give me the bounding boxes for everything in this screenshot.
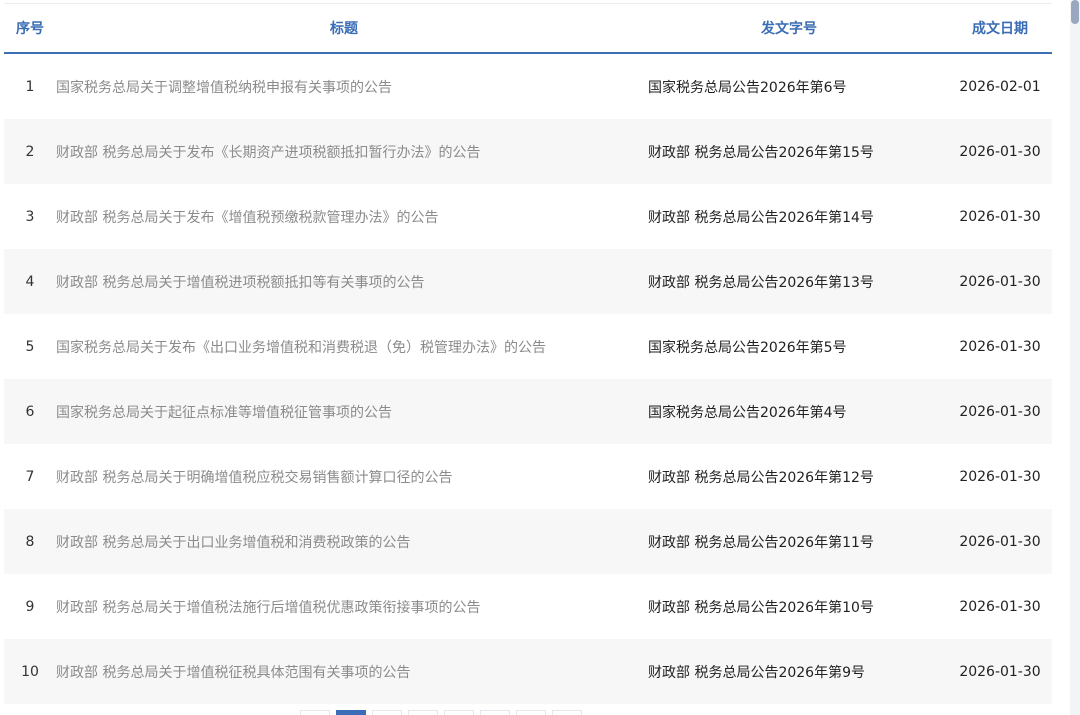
row-doc-number: 财政部 税务总局公告2026年第15号 — [648, 144, 874, 161]
page-button[interactable] — [408, 710, 438, 715]
vertical-scrollbar[interactable] — [1070, 0, 1080, 715]
row-index: 8 — [25, 533, 35, 550]
row-title-link[interactable]: 财政部 税务总局关于发布《增值税预缴税款管理办法》的公告 — [56, 207, 648, 227]
row-index: 3 — [25, 208, 35, 225]
row-title-link[interactable]: 国家税务总局关于起征点标准等增值税征管事项的公告 — [56, 402, 648, 422]
row-doc-number: 国家税务总局公告2026年第4号 — [648, 404, 847, 421]
table-row[interactable]: 5 国家税务总局关于发布《出口业务增值税和消费税退（免）税管理办法》的公告 国家… — [4, 314, 1052, 379]
row-index: 10 — [21, 663, 39, 680]
page-button[interactable] — [372, 710, 402, 715]
row-date: 2026-01-30 — [959, 663, 1041, 680]
row-date: 2026-01-30 — [959, 468, 1041, 485]
row-title-link[interactable]: 国家税务总局关于调整增值税纳税申报有关事项的公告 — [56, 77, 648, 97]
row-title-link[interactable]: 财政部 税务总局关于发布《长期资产进项税额抵扣暂行办法》的公告 — [56, 142, 648, 162]
table-row[interactable]: 4 财政部 税务总局关于增值税进项税额抵扣等有关事项的公告 财政部 税务总局公告… — [4, 249, 1052, 314]
table-row[interactable]: 1 国家税务总局关于调整增值税纳税申报有关事项的公告 国家税务总局公告2026年… — [4, 54, 1052, 119]
row-date: 2026-01-30 — [959, 403, 1041, 420]
header-index: 序号 — [16, 21, 44, 37]
row-title-link[interactable]: 财政部 税务总局关于出口业务增值税和消费税政策的公告 — [56, 532, 648, 552]
row-doc-number: 财政部 税务总局公告2026年第9号 — [648, 664, 865, 681]
header-date: 成文日期 — [972, 21, 1028, 37]
row-date: 2026-01-30 — [959, 533, 1041, 550]
row-date: 2026-02-01 — [959, 78, 1041, 95]
row-index: 9 — [25, 598, 35, 615]
page-button[interactable] — [480, 710, 510, 715]
row-date: 2026-01-30 — [959, 338, 1041, 355]
table-row[interactable]: 2 财政部 税务总局关于发布《长期资产进项税额抵扣暂行办法》的公告 财政部 税务… — [4, 119, 1052, 184]
row-index: 2 — [25, 143, 35, 160]
table-row[interactable]: 7 财政部 税务总局关于明确增值税应税交易销售额计算口径的公告 财政部 税务总局… — [4, 444, 1052, 509]
row-title-link[interactable]: 财政部 税务总局关于明确增值税应税交易销售额计算口径的公告 — [56, 467, 648, 487]
row-date: 2026-01-30 — [959, 273, 1041, 290]
table-header: 序号 标题 发文字号 成文日期 — [4, 4, 1052, 54]
row-index: 5 — [25, 338, 35, 355]
row-index: 7 — [25, 468, 35, 485]
row-title-link[interactable]: 国家税务总局关于发布《出口业务增值税和消费税退（免）税管理办法》的公告 — [56, 337, 648, 357]
row-title-link[interactable]: 财政部 税务总局关于增值税征税具体范围有关事项的公告 — [56, 662, 648, 682]
row-index: 4 — [25, 273, 35, 290]
row-doc-number: 财政部 税务总局公告2026年第10号 — [648, 599, 874, 616]
row-doc-number: 财政部 税务总局公告2026年第11号 — [648, 534, 874, 551]
row-title-link[interactable]: 财政部 税务总局关于增值税法施行后增值税优惠政策衔接事项的公告 — [56, 597, 648, 617]
current-page-button[interactable] — [336, 710, 366, 715]
table-row[interactable]: 8 财政部 税务总局关于出口业务增值税和消费税政策的公告 财政部 税务总局公告2… — [4, 509, 1052, 574]
row-index: 1 — [25, 78, 35, 95]
table-row[interactable]: 9 财政部 税务总局关于增值税法施行后增值税优惠政策衔接事项的公告 财政部 税务… — [4, 574, 1052, 639]
page-button[interactable] — [444, 710, 474, 715]
announcement-table: 序号 标题 发文字号 成文日期 1 国家税务总局关于调整增值税纳税申报有关事项的… — [4, 4, 1052, 704]
pagination — [300, 710, 780, 715]
row-date: 2026-01-30 — [959, 143, 1041, 160]
row-doc-number: 财政部 税务总局公告2026年第13号 — [648, 274, 874, 291]
row-date: 2026-01-30 — [959, 208, 1041, 225]
table-row[interactable]: 10 财政部 税务总局关于增值税征税具体范围有关事项的公告 财政部 税务总局公告… — [4, 639, 1052, 704]
announcement-list-page: 序号 标题 发文字号 成文日期 1 国家税务总局关于调整增值税纳税申报有关事项的… — [0, 0, 1080, 715]
next-page-button[interactable] — [552, 710, 582, 715]
table-row[interactable]: 6 国家税务总局关于起征点标准等增值税征管事项的公告 国家税务总局公告2026年… — [4, 379, 1052, 444]
header-title: 标题 — [330, 21, 358, 37]
prev-page-button[interactable] — [300, 710, 330, 715]
table-body: 1 国家税务总局关于调整增值税纳税申报有关事项的公告 国家税务总局公告2026年… — [4, 54, 1052, 704]
scrollbar-thumb[interactable] — [1071, 0, 1079, 24]
page-button[interactable] — [516, 710, 546, 715]
row-doc-number: 财政部 税务总局公告2026年第14号 — [648, 209, 874, 226]
row-title-link[interactable]: 财政部 税务总局关于增值税进项税额抵扣等有关事项的公告 — [56, 272, 648, 292]
table-row[interactable]: 3 财政部 税务总局关于发布《增值税预缴税款管理办法》的公告 财政部 税务总局公… — [4, 184, 1052, 249]
row-doc-number: 国家税务总局公告2026年第6号 — [648, 79, 847, 96]
row-doc-number: 财政部 税务总局公告2026年第12号 — [648, 469, 874, 486]
row-index: 6 — [25, 403, 35, 420]
row-date: 2026-01-30 — [959, 598, 1041, 615]
header-doc-number: 发文字号 — [761, 21, 817, 37]
row-doc-number: 国家税务总局公告2026年第5号 — [648, 339, 847, 356]
